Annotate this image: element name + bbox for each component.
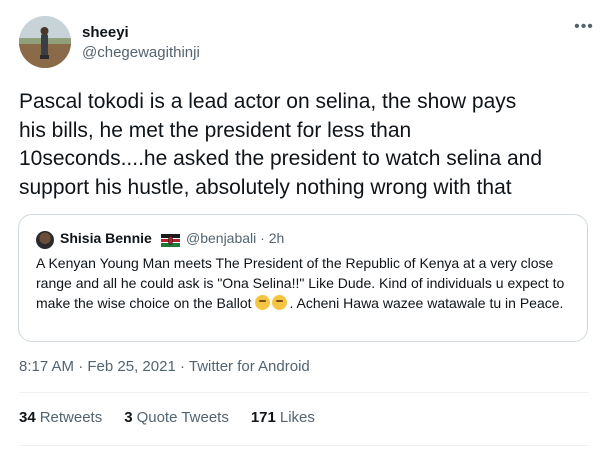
likes-count: 171	[250, 409, 276, 426]
likes-label: Likes	[279, 409, 315, 426]
tweet-header: sheeyi @chegewagithinji •••	[19, 16, 596, 72]
likes-stat[interactable]: 171 Likes	[251, 409, 315, 426]
quote-tweets-count: 3	[124, 409, 133, 426]
meta-separator: ·	[175, 358, 189, 375]
kenya-flag-icon	[161, 234, 180, 247]
author-name[interactable]: sheeyi	[82, 24, 129, 41]
tweet-time[interactable]: 8:17 AM	[19, 358, 74, 375]
retweets-count: 34	[19, 409, 36, 426]
tweet-source[interactable]: Twitter for Android	[189, 358, 310, 375]
retweets-stat[interactable]: 34 Retweets	[19, 409, 102, 426]
quoted-text-end: . Acheni Hawa wazee watawale tu in Peace…	[289, 295, 564, 311]
tweet-date[interactable]: Feb 25, 2021	[87, 358, 175, 375]
avatar[interactable]	[19, 16, 71, 68]
meta-separator: ·	[74, 358, 88, 375]
quoted-author-name: Shisia Bennie	[60, 230, 152, 246]
quoted-text: A Kenyan Young Man meets The President o…	[36, 253, 581, 313]
divider	[19, 445, 589, 446]
quoted-handle: @benjabali	[186, 230, 257, 246]
tweet-stats: 34 Retweets 3 Quote Tweets 171 Likes	[19, 409, 315, 426]
avatar-photo-icon	[19, 16, 71, 68]
quote-tweets-label: Quote Tweets	[136, 409, 229, 426]
tweet-meta: 8:17 AM · Feb 25, 2021 · Twitter for And…	[19, 358, 310, 375]
tweet-text: Pascal tokodi is a lead actor on selina,…	[19, 90, 543, 199]
tweet-card: sheeyi @chegewagithinji ••• Pascal tokod…	[0, 0, 608, 453]
quoted-handle-and-time: @benjabali · 2h	[186, 230, 284, 246]
thinking-face-icon	[272, 295, 288, 310]
quoted-tweet[interactable]: Shisia Bennie @benjabali · 2h A Kenyan Y…	[18, 214, 588, 342]
retweets-label: Retweets	[39, 409, 103, 426]
quoted-avatar[interactable]	[36, 231, 54, 249]
quote-tweets-stat[interactable]: 3 Quote Tweets	[124, 409, 229, 426]
author-handle[interactable]: @chegewagithinji	[82, 44, 200, 61]
divider	[19, 392, 589, 393]
thinking-face-icon	[255, 295, 271, 310]
more-options-icon[interactable]: •••	[572, 19, 596, 40]
quoted-time: · 2h	[260, 230, 285, 246]
